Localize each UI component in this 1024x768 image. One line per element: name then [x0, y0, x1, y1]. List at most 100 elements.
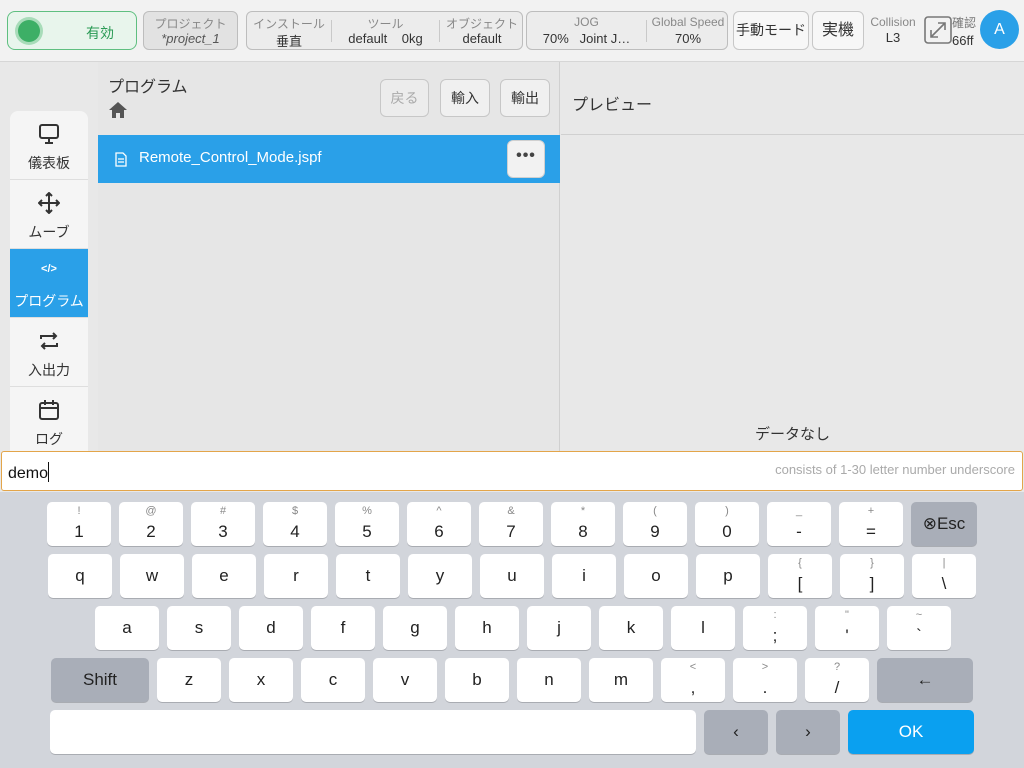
object-selector[interactable]: オブジェクト default	[440, 12, 524, 49]
esc-key[interactable]: ⊗Esc	[911, 502, 977, 546]
key-1[interactable]: ! 1	[47, 502, 111, 546]
key-label: 3	[218, 522, 228, 541]
jog-label: JOG	[574, 15, 599, 29]
key-s[interactable]: s	[167, 606, 231, 650]
back-button[interactable]: 戻る	[380, 79, 429, 117]
enable-label: 有効	[86, 25, 114, 41]
sidebar-item-program[interactable]: </> プログラム	[10, 249, 88, 318]
key-r[interactable]: r	[264, 554, 328, 598]
key-c[interactable]: c	[301, 658, 365, 702]
cursor-left-key[interactable]: ‹	[704, 710, 768, 754]
project-label: プロジェクト	[154, 17, 227, 31]
key-][interactable]: }]	[840, 554, 904, 598]
avatar[interactable]: A	[980, 10, 1019, 49]
key-;[interactable]: :;	[743, 606, 807, 650]
key-9[interactable]: (9	[623, 502, 687, 546]
key-8[interactable]: * 8	[551, 502, 615, 546]
project-selector[interactable]: プロジェクト *project_1	[143, 11, 238, 50]
tool-selector[interactable]: ツール default 0kg	[332, 12, 439, 49]
key-'[interactable]: " '	[815, 606, 879, 650]
key-n[interactable]: n	[517, 658, 581, 702]
key-label: [	[797, 574, 803, 593]
real-machine-button[interactable]: 実機	[812, 11, 864, 50]
global-speed-value: 70%	[674, 31, 702, 46]
key-u[interactable]: u	[480, 554, 544, 598]
jog-selector[interactable]: JOG 70% Joint J…	[527, 12, 646, 49]
key-w[interactable]: w	[120, 554, 184, 598]
key-`[interactable]: ~ `	[887, 606, 951, 650]
project-value: *project_1	[161, 31, 220, 46]
key-i[interactable]: i	[552, 554, 616, 598]
more-options-button[interactable]: •••	[507, 140, 545, 178]
key-p[interactable]: p	[696, 554, 760, 598]
key-b[interactable]: b	[445, 658, 509, 702]
install-selector[interactable]: インストール 垂直	[247, 12, 331, 49]
key-label: m	[613, 670, 629, 689]
global-speed-label: Global Speed	[651, 15, 725, 29]
key-0[interactable]: ) 0	[695, 502, 759, 546]
key-v[interactable]: v	[373, 658, 437, 702]
key-shift-char: |	[942, 557, 946, 569]
text-caret	[48, 462, 50, 482]
key-4[interactable]: $4	[263, 502, 327, 546]
key-label: z	[184, 670, 194, 689]
key-.[interactable]: >.	[733, 658, 797, 702]
enable-toggle[interactable]: 有効	[7, 11, 137, 50]
shift-key[interactable]: Shift	[51, 658, 149, 702]
key-e[interactable]: e	[192, 554, 256, 598]
key-shift-char: :	[773, 609, 777, 621]
key-m[interactable]: m	[589, 658, 653, 702]
input-value-wrap: demo	[8, 462, 50, 483]
key-shift-char: ?	[833, 661, 841, 673]
home-icon[interactable]	[108, 100, 128, 120]
key-label: b	[472, 670, 482, 689]
sidebar-item-log[interactable]: ログ	[10, 387, 88, 456]
monitor-icon	[39, 124, 59, 144]
key-5[interactable]: % 5	[335, 502, 399, 546]
key-j[interactable]: j	[527, 606, 591, 650]
key-g[interactable]: g	[383, 606, 447, 650]
key-label: t	[365, 566, 371, 585]
backspace-key[interactable]: ←	[877, 658, 973, 702]
key-shift-char: *	[580, 505, 586, 517]
key-z[interactable]: z	[157, 658, 221, 702]
collision-indicator[interactable]: Collision L3	[866, 13, 920, 49]
key-d[interactable]: d	[239, 606, 303, 650]
key-t[interactable]: t	[336, 554, 400, 598]
key-a[interactable]: a	[95, 606, 159, 650]
key-,[interactable]: <,	[661, 658, 725, 702]
list-item[interactable]: Remote_Control_Mode.jspf •••	[98, 135, 560, 183]
sidebar-item-dashboard[interactable]: 儀表板	[10, 111, 88, 180]
key-x[interactable]: x	[229, 658, 293, 702]
name-input[interactable]: demo consists of 1-30 letter number unde…	[1, 451, 1023, 491]
ok-button[interactable]: OK	[848, 710, 974, 754]
key-h[interactable]: h	[455, 606, 519, 650]
key-label: k	[626, 618, 636, 637]
key-3[interactable]: #3	[191, 502, 255, 546]
key-7[interactable]: & 7	[479, 502, 543, 546]
key-shift-char: (	[653, 505, 657, 517]
key-shift-char: >	[761, 661, 769, 673]
key-/[interactable]: ? /	[805, 658, 869, 702]
sidebar-item-move[interactable]: ムーブ	[10, 180, 88, 249]
key-2[interactable]: @2	[119, 502, 183, 546]
key-\[interactable]: | \	[912, 554, 976, 598]
key-k[interactable]: k	[599, 606, 663, 650]
import-button[interactable]: 輸入	[440, 79, 490, 117]
key-o[interactable]: o	[624, 554, 688, 598]
global-speed-selector[interactable]: Global Speed 70%	[647, 12, 729, 49]
key-y[interactable]: y	[408, 554, 472, 598]
key--[interactable]: _ -	[767, 502, 831, 546]
key-q[interactable]: q	[48, 554, 112, 598]
manual-mode-button[interactable]: 手動モード	[733, 11, 809, 50]
key-[[interactable]: {[	[768, 554, 832, 598]
key-6[interactable]: ^ 6	[407, 502, 471, 546]
export-button[interactable]: 輸出	[500, 79, 550, 117]
space-key[interactable]	[50, 710, 696, 754]
cursor-right-key[interactable]: ›	[776, 710, 840, 754]
expand-icon[interactable]	[924, 16, 952, 44]
key-f[interactable]: f	[311, 606, 375, 650]
key-l[interactable]: l	[671, 606, 735, 650]
key-=[interactable]: + =	[839, 502, 903, 546]
sidebar-item-io[interactable]: 入出力	[10, 318, 88, 387]
